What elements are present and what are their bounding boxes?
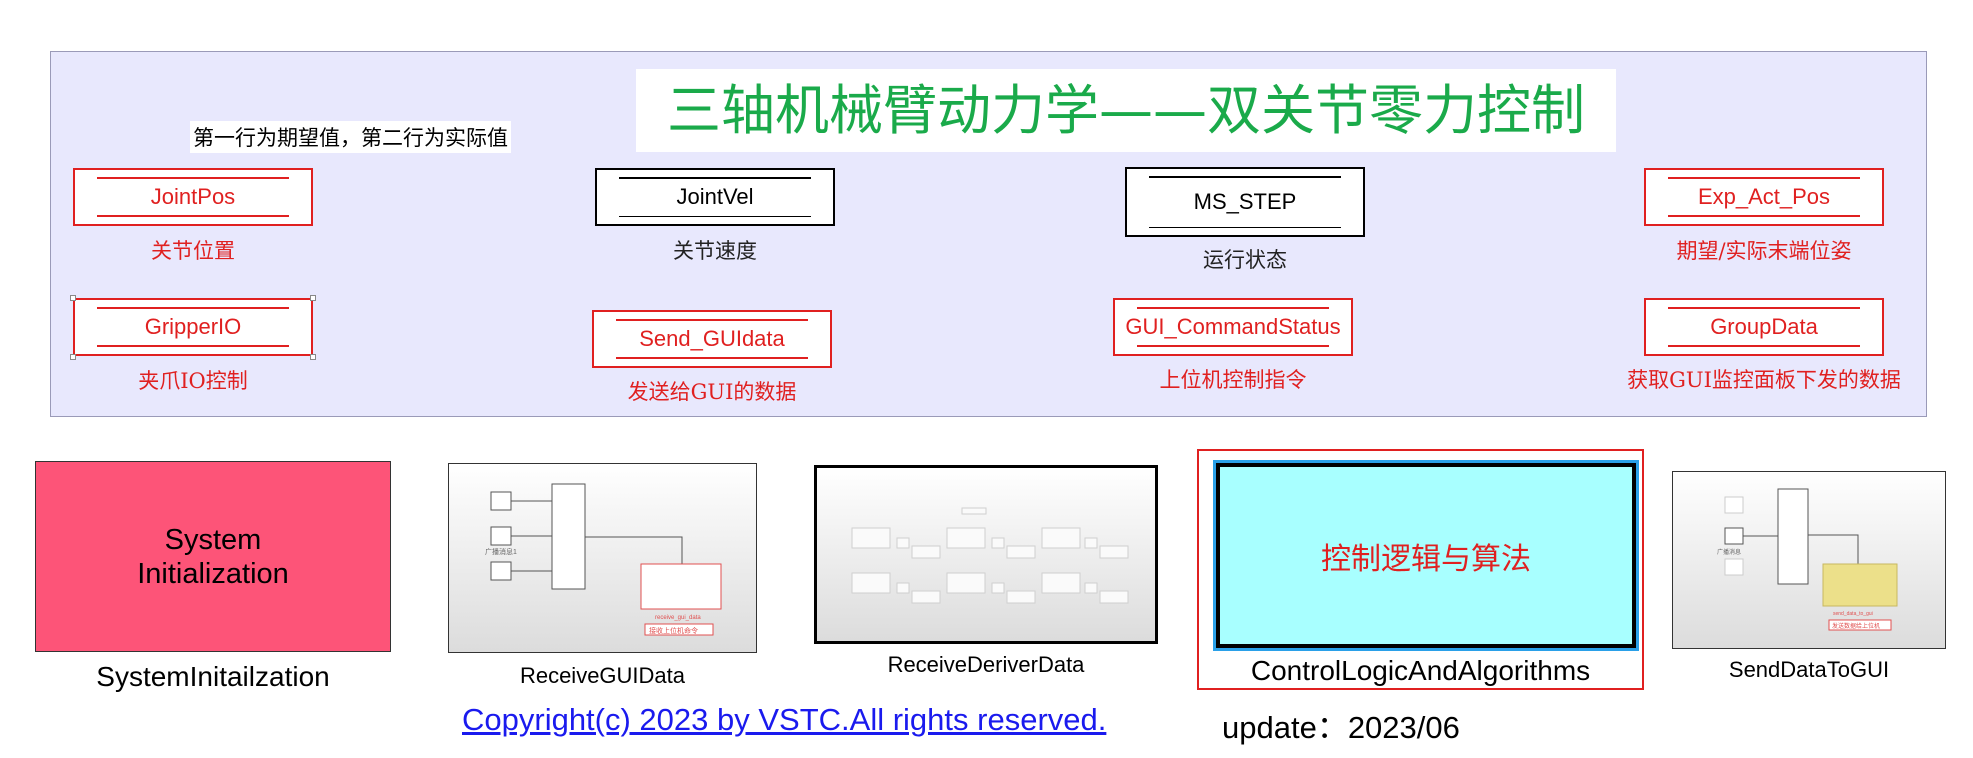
system-init-line2: Initialization [137,557,289,590]
exp-act-pos-block[interactable]: Exp_Act_Pos [1644,168,1884,226]
selection-handle[interactable] [310,295,316,301]
send-data-to-gui-subsystem[interactable]: 广播消息 send_data_to_gui 发送数据给上位机 [1672,471,1946,649]
gripperio-caption: 夹爪IO控制 [138,369,248,393]
send-guidata-label: Send_GUIdata [639,326,785,351]
receive-driver-data-subsystem[interactable] [814,465,1158,644]
control-logic-subsystem[interactable]: 控制逻辑与算法 [1216,463,1636,648]
jointpos-block[interactable]: JointPos [73,168,313,226]
send-guidata-caption: 发送给GUI的数据 [627,380,797,404]
receive-driver-thumbnail [851,507,1129,604]
note-text: 第一行为期望值，第二行为实际值 [190,121,511,153]
selection-handle[interactable] [310,354,316,360]
jointvel-block[interactable]: JointVel [595,168,835,226]
receive-driver-caption: ReceiveDeriverData [887,652,1085,677]
update-text: update：2023/06 [1222,710,1460,745]
jointpos-label: JointPos [150,184,236,209]
control-logic-caption: ControlLogicAndAlgorithms [1250,655,1591,686]
copyright-link[interactable]: Copyright(c) 2023 by VSTC.All rights res… [462,702,1106,738]
groupdata-caption: 获取GUI监控面板下发的数据 [1627,368,1901,392]
groupdata-label: GroupData [1710,314,1818,339]
svg-text:广播消息: 广播消息 [1717,548,1741,556]
gui-commandstatus-block[interactable]: GUI_CommandStatus [1113,298,1353,356]
svg-text:接收上位机命令: 接收上位机命令 [649,626,698,635]
jointvel-caption: 关节速度 [673,239,757,263]
receive-gui-data-subsystem[interactable]: 广播消息1 receive_gui_data 接收上位机命令 [448,463,757,653]
svg-text:send_data_to_gui: send_data_to_gui [1833,611,1873,617]
ms-step-label: MS_STEP [1193,189,1297,214]
selection-handle[interactable] [70,354,76,360]
svg-text:receive_gui_data: receive_gui_data [655,615,701,621]
ms-step-block[interactable]: MS_STEP [1125,167,1365,237]
svg-text:广播消息1: 广播消息1 [485,547,517,556]
send-gui-thumbnail: 广播消息 send_data_to_gui 发送数据给上位机 [1717,488,1898,631]
selection-handle[interactable] [70,295,76,301]
exp-act-pos-caption: 期望/实际末端位姿 [1676,239,1852,263]
gui-commandstatus-caption: 上位机控制指令 [1159,368,1307,392]
jointpos-caption: 关节位置 [151,239,235,263]
system-init-line1: System [164,523,262,556]
exp-act-pos-label: Exp_Act_Pos [1697,184,1831,209]
control-logic-label: 控制逻辑与算法 [1321,541,1531,577]
send-gui-caption: SendDataToGUI [1728,657,1890,682]
jointvel-label: JointVel [676,184,754,209]
system-init-caption: SystemInitailzation [96,661,330,692]
send-guidata-block[interactable]: Send_GUIdata [592,310,832,368]
gripperio-label: GripperIO [144,314,242,339]
ms-step-caption: 运行状态 [1203,248,1287,272]
groupdata-block[interactable]: GroupData [1644,298,1884,356]
page-title: 三轴机械臂动力学——双关节零力控制 [636,69,1616,152]
receive-gui-caption: ReceiveGUIData [519,663,686,688]
gripperio-block[interactable]: GripperIO [73,298,313,356]
svg-text:发送数据给上位机: 发送数据给上位机 [1832,622,1880,630]
system-initialization-subsystem[interactable]: System Initialization [35,461,391,652]
gui-commandstatus-label: GUI_CommandStatus [1125,314,1341,339]
receive-gui-thumbnail: 广播消息1 receive_gui_data 接收上位机命令 [485,483,722,636]
